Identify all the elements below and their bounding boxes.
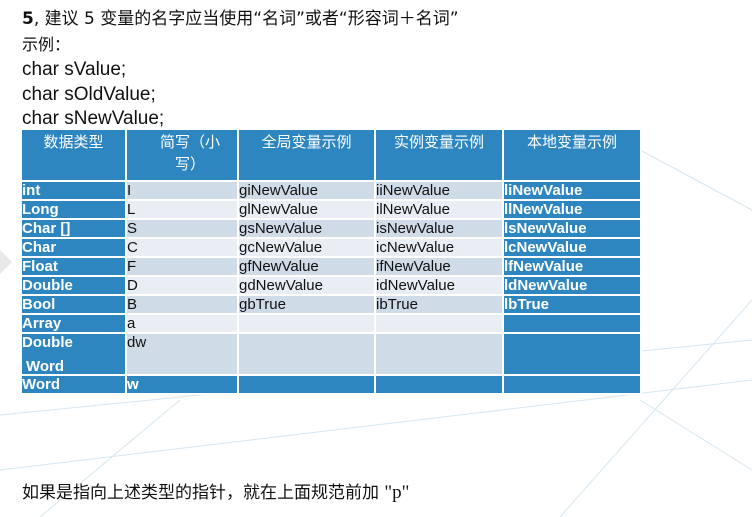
cell-abbr: D (125, 275, 239, 296)
cell-abbr: dw (125, 332, 239, 376)
cell-abbr: L (125, 199, 239, 220)
cell-abbr: C (125, 237, 239, 258)
table-row: Float F gfNewValue ifNewValue lfNewValue (20, 256, 642, 277)
cell-type: Char (20, 237, 127, 258)
cell-instance: ibTrue (374, 294, 504, 315)
cell-global (237, 332, 376, 376)
naming-table: 数据类型 简写（小写） 全局变量示例 实例变量示例 本地变量示例 int I g… (20, 128, 642, 395)
table-row: Double Word dw (20, 332, 642, 376)
header-global-example: 全局变量示例 (237, 128, 376, 182)
header-local-example: 本地变量示例 (502, 128, 642, 182)
cell-type-line2: Word (26, 358, 65, 375)
cell-instance: iiNewValue (374, 180, 504, 201)
cell-instance (374, 374, 504, 395)
table-row: Double D gdNewValue idNewValue ldNewValu… (20, 275, 642, 296)
cell-global: gcNewValue (237, 237, 376, 258)
cell-type: Word (20, 374, 127, 395)
code-line: char sOldValue; (22, 84, 156, 105)
heading-number: 5 (22, 9, 34, 29)
table-row: int I giNewValue iiNewValue liNewValue (20, 180, 642, 201)
table-row: Char [] S gsNewValue isNewValue lsNewVal… (20, 218, 642, 239)
table-row: Bool B gbTrue ibTrue lbTrue (20, 294, 642, 315)
cell-type: Float (20, 256, 127, 277)
cell-local: lsNewValue (502, 218, 642, 239)
code-line: char sValue; (22, 59, 127, 80)
cell-local (502, 332, 642, 376)
cell-instance (374, 313, 504, 334)
cell-global (237, 374, 376, 395)
footer-note: 如果是指向上述类型的指针，就在上面规范前加 "p" (22, 481, 409, 505)
cell-abbr: F (125, 256, 239, 277)
cell-global: gsNewValue (237, 218, 376, 239)
cell-instance: isNewValue (374, 218, 504, 239)
footer-text: 如果是指向上述类型的指针，就在上面规范前加 (22, 483, 385, 503)
header-abbreviation: 简写（小写） (125, 128, 239, 182)
cell-instance: icNewValue (374, 237, 504, 258)
cell-instance: ilNewValue (374, 199, 504, 220)
heading-text: , 建议 5 变量的名字应当使用“名词”或者“形容词＋名词” (33, 9, 459, 29)
cell-abbr: I (125, 180, 239, 201)
cell-global (237, 313, 376, 334)
table-row: Long L glNewValue ilNewValue llNewValue (20, 199, 642, 220)
cell-local: lfNewValue (502, 256, 642, 277)
subheading: 示例： (22, 35, 71, 54)
cell-local: liNewValue (502, 180, 642, 201)
arrow-icon (0, 250, 12, 274)
cell-global: giNewValue (237, 180, 376, 201)
table-row: Array a (20, 313, 642, 334)
table-header-row: 数据类型 简写（小写） 全局变量示例 实例变量示例 本地变量示例 (20, 128, 642, 182)
cell-global: glNewValue (237, 199, 376, 220)
cell-abbr: a (125, 313, 239, 334)
heading: 5, 建议 5 变量的名字应当使用“名词”或者“形容词＋名词” (22, 7, 459, 31)
cell-local (502, 313, 642, 334)
cell-local: lbTrue (502, 294, 642, 315)
cell-instance (374, 332, 504, 376)
cell-type: int (20, 180, 127, 201)
cell-global: gfNewValue (237, 256, 376, 277)
cell-local: lcNewValue (502, 237, 642, 258)
cell-global: gdNewValue (237, 275, 376, 296)
cell-instance: ifNewValue (374, 256, 504, 277)
cell-type: Array (20, 313, 127, 334)
footer-prefix: "p" (384, 482, 410, 503)
cell-abbr: S (125, 218, 239, 239)
cell-type: Double Word (20, 332, 127, 376)
cell-global: gbTrue (237, 294, 376, 315)
header-data-type: 数据类型 (20, 128, 127, 182)
cell-type: Long (20, 199, 127, 220)
cell-local (502, 374, 642, 395)
cell-local: ldNewValue (502, 275, 642, 296)
cell-local: llNewValue (502, 199, 642, 220)
cell-abbr: B (125, 294, 239, 315)
table-row: Char C gcNewValue icNewValue lcNewValue (20, 237, 642, 258)
cell-instance: idNewValue (374, 275, 504, 296)
cell-type: Double (20, 275, 127, 296)
cell-type-line1: Double (22, 334, 73, 351)
cell-type: Bool (20, 294, 127, 315)
cell-type: Char [] (20, 218, 127, 239)
table-row: Word w (20, 374, 642, 395)
header-instance-example: 实例变量示例 (374, 128, 504, 182)
cell-abbr: w (125, 374, 239, 395)
